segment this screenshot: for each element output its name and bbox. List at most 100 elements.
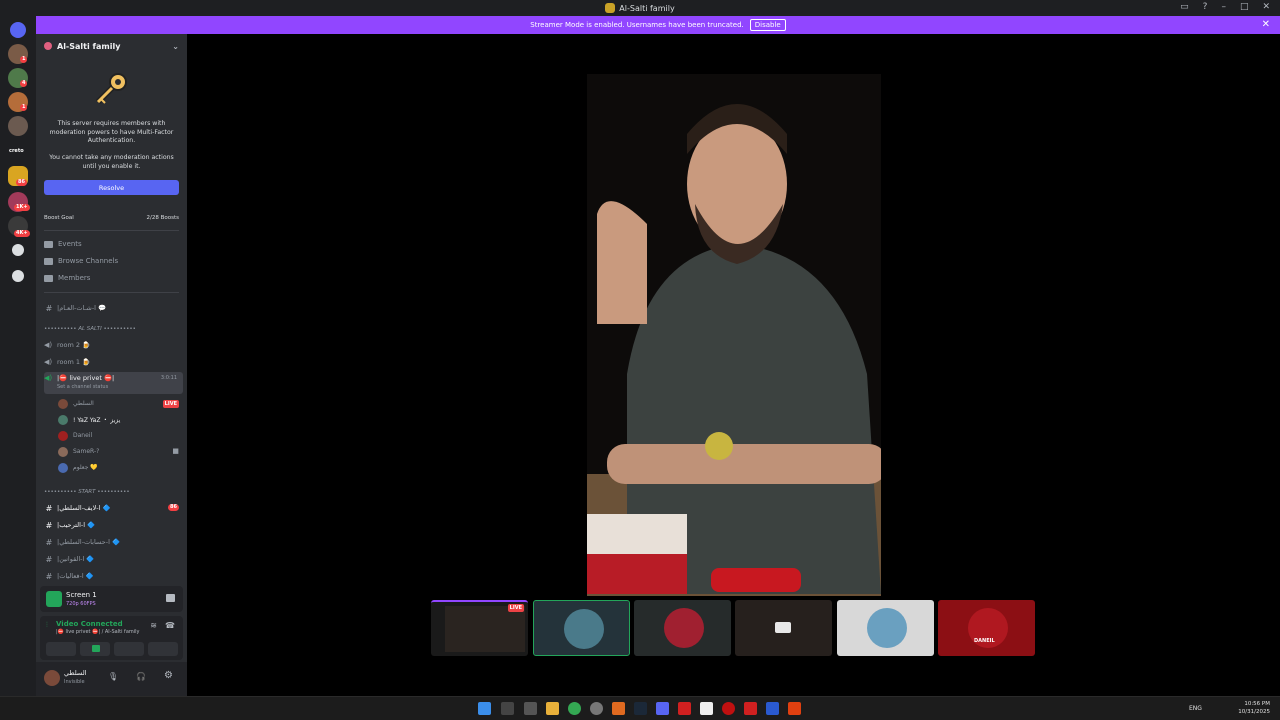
voice-user[interactable]: ! YaZ YaZ ・ يزيز: [58, 413, 120, 426]
server-icon-small: [44, 42, 52, 50]
disable-streamer-button[interactable]: Disable: [749, 19, 786, 31]
steam-icon[interactable]: [634, 702, 647, 715]
nav-members[interactable]: Members: [44, 274, 90, 282]
participant-name: DANEIL: [974, 638, 995, 644]
close-window-button[interactable]: ✕: [1262, 2, 1270, 12]
nav-browse-channels[interactable]: Browse Channels: [44, 257, 118, 265]
app-icon[interactable]: [678, 702, 691, 715]
channel-timer: 3:0:11: [160, 375, 177, 381]
server-badge: 4: [20, 80, 28, 87]
discord-icon[interactable]: [656, 702, 669, 715]
channel-live-privet[interactable]: ◀) |⛔ live privet ⛔| 3:0:11 Set a channe…: [44, 372, 183, 394]
hash-icon: #: [45, 537, 53, 547]
channel-text5[interactable]: # |ا-فعاليات 🔷: [44, 569, 183, 583]
gear-icon[interactable]: ⚙: [164, 670, 173, 681]
hash-icon: #: [45, 571, 53, 581]
mfa-warning: You cannot take any moderation actions u…: [49, 154, 174, 170]
maximize-button[interactable]: □: [1240, 2, 1249, 12]
server-label[interactable]: creto: [9, 148, 24, 154]
brave-icon[interactable]: [788, 702, 801, 715]
members-icon: [44, 274, 53, 282]
activities-button[interactable]: [114, 642, 144, 656]
mention-badge: 86: [168, 504, 179, 511]
app-icon[interactable]: [766, 702, 779, 715]
close-icon[interactable]: ✕: [1262, 19, 1270, 30]
channel-label: |ا-شـات-العـام 💬: [57, 304, 107, 312]
channel-label: |ا-حسابات-السلطي 🔷: [57, 538, 121, 546]
camera-icon: ■: [172, 447, 179, 455]
voice-user[interactable]: السلطي: [58, 397, 94, 410]
category-alsalti[interactable]: •••••••••• AL SALTI ••••••••••: [44, 326, 136, 332]
headphones-icon[interactable]: 🎧: [136, 672, 146, 681]
explore-icon[interactable]: [12, 270, 24, 282]
calendar-icon: [44, 240, 53, 248]
channel-room2[interactable]: ◀) room 2 🍺: [44, 338, 183, 352]
nav-label: Events: [58, 240, 82, 248]
file-explorer-icon[interactable]: [546, 702, 559, 715]
task-view-icon[interactable]: [524, 702, 537, 715]
server-header[interactable]: Al-Salti family ⌄: [36, 34, 187, 58]
thumbnail-participant[interactable]: [837, 600, 934, 656]
server-icon[interactable]: [8, 116, 28, 136]
channel-text2[interactable]: # |ا-الترحيب 🔷: [44, 518, 183, 532]
streamer-mode-banner: Streamer Mode is enabled. Usernames have…: [36, 16, 1280, 34]
thumbnail-participant[interactable]: DANEIL: [938, 600, 1035, 656]
server-list: 1 4 1 creto 86 1K+ 4K+: [0, 16, 36, 696]
boost-goal[interactable]: Boost Goal 2/28 Boosts: [44, 212, 179, 224]
resolve-button[interactable]: Resolve: [44, 180, 179, 195]
user-name[interactable]: السلطي: [64, 669, 87, 677]
thumbnail-participant[interactable]: [735, 600, 832, 656]
video-feed[interactable]: [587, 74, 881, 596]
add-server-icon[interactable]: [12, 244, 24, 256]
server-badge: 1: [20, 56, 28, 63]
channel-room1[interactable]: ◀) room 1 🍺: [44, 355, 183, 369]
language-indicator[interactable]: ENG: [1189, 705, 1202, 712]
avatar[interactable]: [44, 670, 60, 686]
thumbnail-stream[interactable]: LIVE: [431, 600, 528, 656]
signal-icon[interactable]: ⫶: [46, 621, 48, 630]
thumbnail-participant[interactable]: [634, 600, 731, 656]
camera-off-button[interactable]: [46, 642, 76, 656]
channel-status[interactable]: Set a channel status: [57, 384, 108, 390]
chrome-icon[interactable]: [568, 702, 581, 715]
app-icon[interactable]: [612, 702, 625, 715]
start-icon[interactable]: [478, 702, 491, 715]
soundboard-button[interactable]: [148, 642, 178, 656]
chevron-down-icon[interactable]: ⌄: [172, 42, 179, 51]
voice-user[interactable]: SameR-?: [58, 445, 99, 458]
divider: [44, 292, 179, 293]
channel-text1[interactable]: # |ا-لايف-السلطي 🔷: [44, 501, 183, 515]
app-icon[interactable]: [722, 702, 735, 715]
popout-icon[interactable]: [166, 594, 175, 602]
noise-suppression-icon[interactable]: ≋: [150, 621, 157, 630]
server-badge: 86: [16, 179, 27, 186]
search-icon[interactable]: [501, 702, 514, 715]
minimize-button[interactable]: –: [1221, 2, 1226, 12]
voice-location[interactable]: |⛔ live privet ⛔| / Al-Salti family: [56, 629, 140, 635]
discord-home-icon[interactable]: [10, 22, 26, 38]
app-icon[interactable]: [590, 702, 603, 715]
voice-user[interactable]: Daneil: [58, 429, 92, 442]
category-start[interactable]: •••••••••• START ••••••••••: [44, 489, 130, 495]
voice-user[interactable]: جعلوم 💛: [58, 461, 98, 474]
voice-panel: ⫶ Video Connected |⛔ live privet ⛔| / Al…: [40, 616, 183, 660]
voice-user-name: ! YaZ YaZ ・ يزيز: [73, 417, 121, 424]
nav-events[interactable]: Events: [44, 240, 82, 248]
server-name: Al-Salti family: [57, 41, 121, 51]
thumbnail-participant[interactable]: [533, 600, 630, 656]
system-clock[interactable]: 10:56 PM 10/31/2025: [1238, 700, 1270, 716]
microphone-icon[interactable]: 🎙: [108, 672, 118, 681]
channel-label: |⛔ live privet ⛔|: [57, 374, 115, 382]
hash-icon: #: [45, 520, 53, 530]
disconnect-icon[interactable]: ☎: [165, 621, 175, 630]
help-icon[interactable]: ?: [1203, 2, 1208, 12]
app-icon[interactable]: [744, 702, 757, 715]
app-icon[interactable]: [700, 702, 713, 715]
channel-label: |ا-لايف-السلطي 🔷: [57, 504, 111, 512]
inbox-icon[interactable]: ▭: [1180, 2, 1189, 12]
live-badge: LIVE: [507, 604, 524, 612]
channel-chat[interactable]: # |ا-شـات-العـام 💬: [44, 301, 183, 315]
channel-text3[interactable]: # |ا-حسابات-السلطي 🔷: [44, 535, 183, 549]
user-panel: السلطي Invisible 🎙 🎧 ⚙: [36, 662, 187, 696]
channel-text4[interactable]: # |ا-القوانين 🔷: [44, 552, 183, 566]
